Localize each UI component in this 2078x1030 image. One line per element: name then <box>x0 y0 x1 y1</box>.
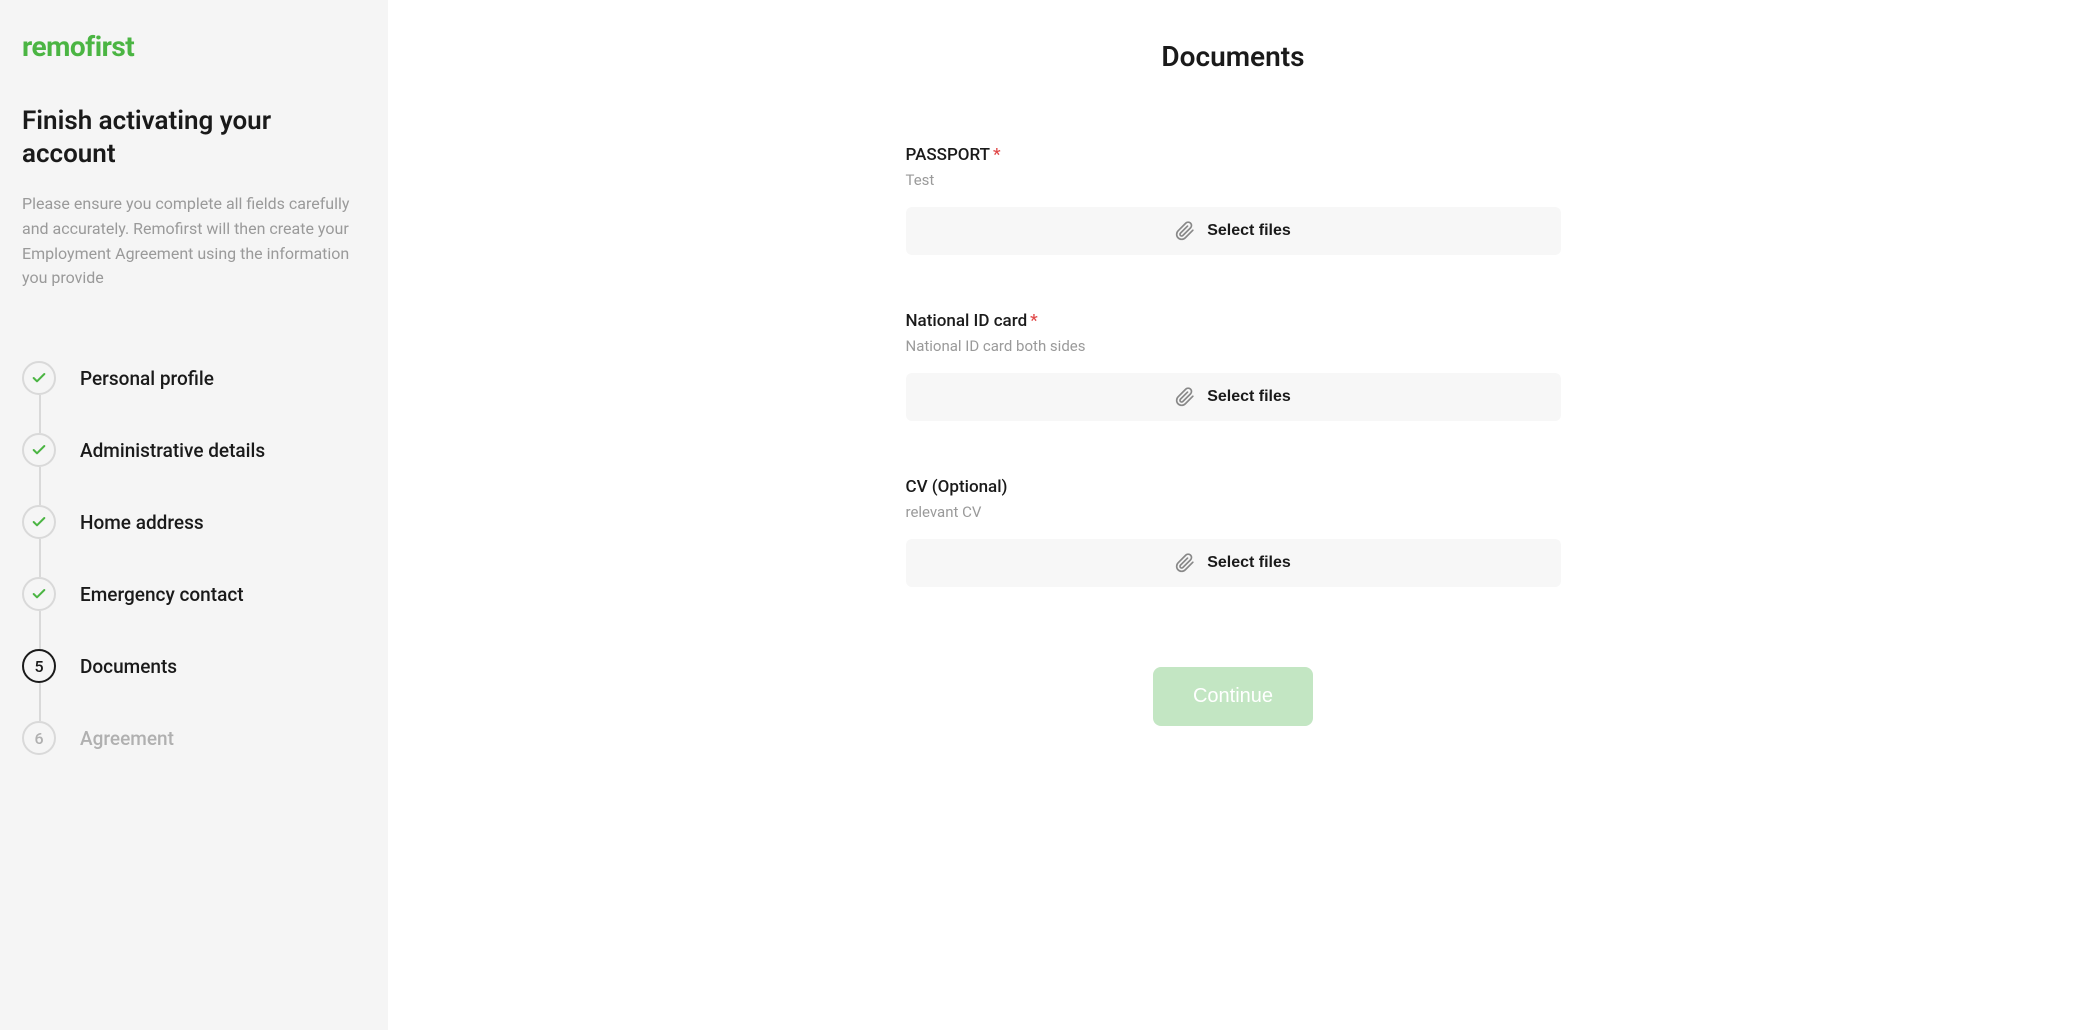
step-home-address[interactable]: Home address <box>22 505 366 577</box>
select-files-label: Select files <box>1207 554 1291 572</box>
paperclip-icon <box>1175 221 1195 241</box>
required-indicator: * <box>993 145 1001 165</box>
field-label: National ID card* <box>906 311 1561 331</box>
field-label-text: CV (Optional) <box>906 477 1008 497</box>
continue-button[interactable]: Continue <box>1153 667 1313 726</box>
step-agreement[interactable]: 6 Agreement <box>22 721 366 755</box>
step-label: Documents <box>80 655 177 678</box>
field-description: relevant CV <box>906 503 1561 521</box>
step-connector <box>39 683 41 721</box>
step-number-icon: 6 <box>22 721 56 755</box>
step-label: Agreement <box>80 727 174 750</box>
sidebar-title: Finish activating your account <box>22 105 366 170</box>
step-connector <box>39 395 41 433</box>
step-documents[interactable]: 5 Documents <box>22 649 366 721</box>
step-label: Personal profile <box>80 367 214 390</box>
field-label-text: National ID card <box>906 311 1028 331</box>
step-list: Personal profile Administrative details … <box>22 361 366 755</box>
step-connector <box>39 467 41 505</box>
sidebar-description: Please ensure you complete all fields ca… <box>22 192 362 291</box>
step-personal-profile[interactable]: Personal profile <box>22 361 366 433</box>
field-passport: PASSPORT* Test Select files <box>906 145 1561 255</box>
check-icon <box>22 361 56 395</box>
select-files-label: Select files <box>1207 222 1291 240</box>
check-icon <box>22 577 56 611</box>
brand-logo: remofirst <box>22 30 366 63</box>
select-files-label: Select files <box>1207 388 1291 406</box>
page-title: Documents <box>1161 40 1304 73</box>
documents-form: PASSPORT* Test Select files National ID … <box>906 145 1561 726</box>
field-label-text: PASSPORT <box>906 145 991 165</box>
field-label: PASSPORT* <box>906 145 1561 165</box>
field-cv: CV (Optional) relevant CV Select files <box>906 477 1561 587</box>
step-number-icon: 5 <box>22 649 56 683</box>
step-connector <box>39 611 41 649</box>
required-indicator: * <box>1030 311 1038 331</box>
paperclip-icon <box>1175 553 1195 573</box>
main-content: Documents PASSPORT* Test Select files Na… <box>388 0 2078 1030</box>
field-label: CV (Optional) <box>906 477 1561 497</box>
select-files-button-national-id[interactable]: Select files <box>906 373 1561 421</box>
paperclip-icon <box>1175 387 1195 407</box>
select-files-button-passport[interactable]: Select files <box>906 207 1561 255</box>
check-icon <box>22 433 56 467</box>
step-emergency-contact[interactable]: Emergency contact <box>22 577 366 649</box>
select-files-button-cv[interactable]: Select files <box>906 539 1561 587</box>
sidebar: remofirst Finish activating your account… <box>0 0 388 1030</box>
field-national-id: National ID card* National ID card both … <box>906 311 1561 421</box>
field-description: Test <box>906 171 1561 189</box>
step-label: Home address <box>80 511 204 534</box>
step-connector <box>39 539 41 577</box>
step-administrative-details[interactable]: Administrative details <box>22 433 366 505</box>
step-label: Administrative details <box>80 439 265 462</box>
step-label: Emergency contact <box>80 583 244 606</box>
field-description: National ID card both sides <box>906 337 1561 355</box>
check-icon <box>22 505 56 539</box>
